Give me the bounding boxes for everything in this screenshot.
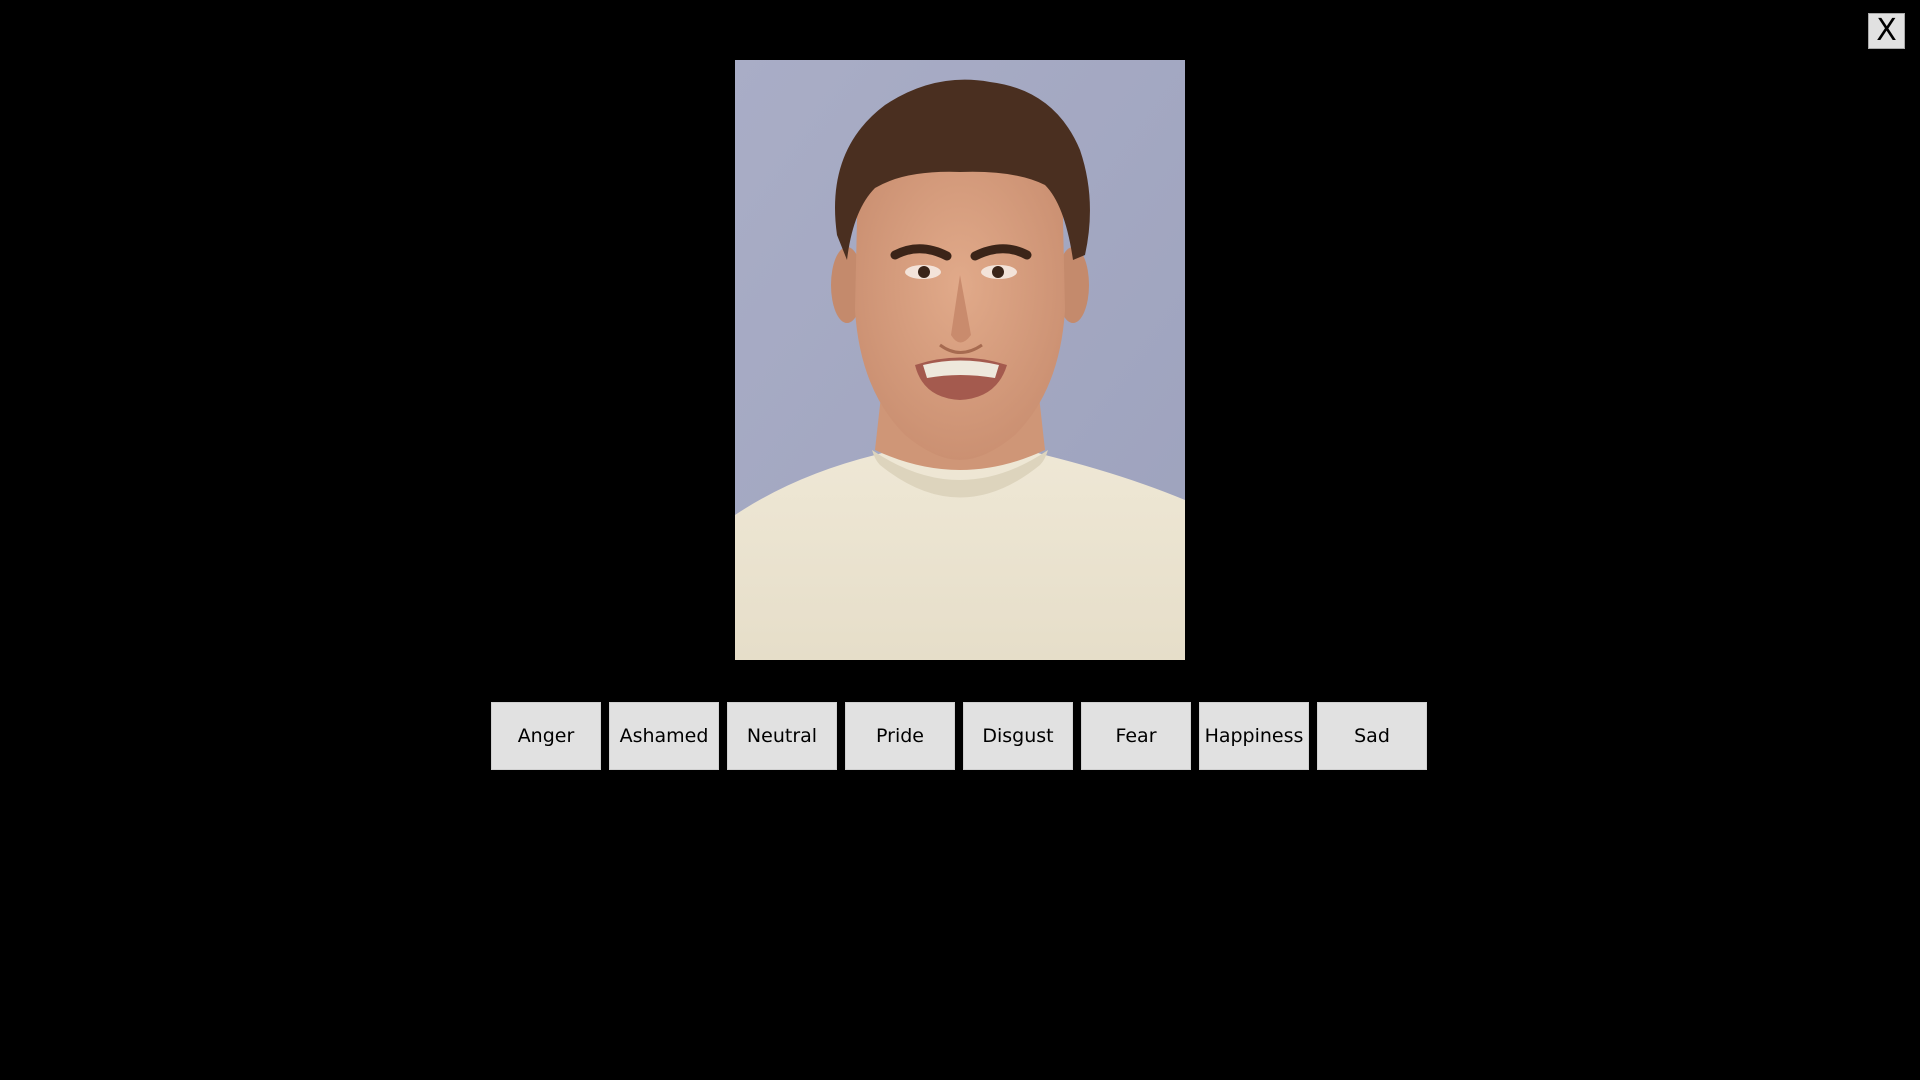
choice-sad-button[interactable]: Sad [1317, 702, 1427, 770]
close-button[interactable]: X [1868, 13, 1905, 49]
emotion-choice-bar: Anger Ashamed Neutral Pride Disgust Fear… [491, 702, 1427, 770]
choice-fear-button[interactable]: Fear [1081, 702, 1191, 770]
choice-anger-button[interactable]: Anger [491, 702, 601, 770]
choice-neutral-button[interactable]: Neutral [727, 702, 837, 770]
choice-pride-button[interactable]: Pride [845, 702, 955, 770]
face-photo [735, 60, 1185, 660]
close-icon: X [1876, 13, 1897, 48]
emotion-task-screen: X Anger Ashamed Neutral Pride Disgust Fe… [0, 0, 1920, 1080]
choice-happiness-button[interactable]: Happiness [1199, 702, 1309, 770]
choice-disgust-button[interactable]: Disgust [963, 702, 1073, 770]
choice-ashamed-button[interactable]: Ashamed [609, 702, 719, 770]
